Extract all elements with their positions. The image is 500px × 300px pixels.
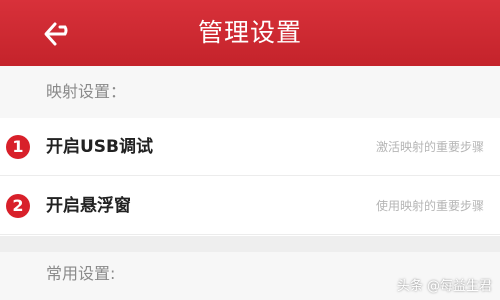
page-title: 管理设置 (197, 18, 302, 47)
setting-description: 使用映射的重要步骤 (376, 199, 485, 213)
section-label-mapping: 映射设置： (0, 66, 500, 118)
header-bar: 管理设置 (0, 0, 500, 66)
setting-row-floating-window[interactable]: 2 开启悬浮窗 使用映射的重要步骤 (0, 177, 500, 235)
setting-label: 开启悬浮窗 (46, 196, 131, 216)
step-badge: 1 (6, 135, 30, 159)
setting-label: 开启USB调试 (46, 137, 154, 157)
setting-description: 激活映射的重要步骤 (376, 140, 485, 154)
watermark: 头条 @每益生君 (396, 279, 492, 294)
step-badge: 2 (6, 194, 30, 218)
section-divider (0, 236, 500, 252)
setting-row-usb-debug[interactable]: 1 开启USB调试 激活映射的重要步骤 (0, 118, 500, 176)
